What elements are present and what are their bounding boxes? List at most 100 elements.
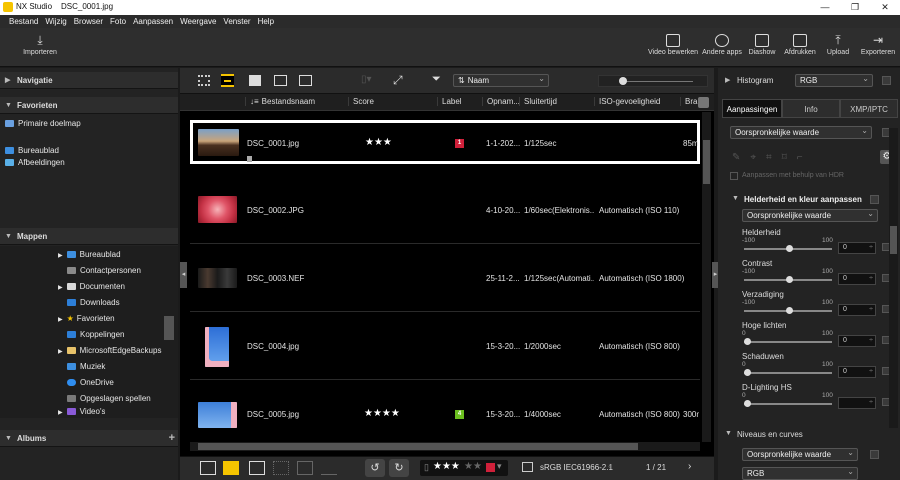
slider-value-box[interactable]: [838, 397, 876, 409]
slider-track[interactable]: [744, 338, 832, 345]
photo-thumbnail[interactable]: [205, 327, 229, 367]
other-apps-button[interactable]: Andere apps: [700, 34, 744, 56]
section-levels-curves[interactable]: Niveaus en curves: [737, 430, 803, 439]
scrollbar-thumb[interactable]: [890, 226, 897, 254]
scrollbar-thumb[interactable]: [198, 443, 638, 450]
slider-knob[interactable]: [786, 276, 793, 283]
navigation-header[interactable]: ▶ Navigatie: [0, 72, 178, 89]
section2-checkbox[interactable]: [870, 450, 879, 459]
col-filename[interactable]: ↓≡ Bestandsnaam: [245, 97, 315, 106]
favorites-header[interactable]: ▼ Favorieten: [0, 97, 178, 114]
fullscreen-icon[interactable]: ⤢: [393, 73, 403, 88]
minimize-icon[interactable]: —: [810, 0, 840, 15]
restore-icon[interactable]: ❐: [840, 0, 870, 15]
table-row[interactable]: DSC_0003.NEF 25-11-2... 1/125sec(Automat…: [190, 246, 700, 312]
folder-item[interactable]: ▶ ★ Favorieten: [58, 312, 115, 326]
video-edit-button[interactable]: Video bewerken: [648, 34, 698, 56]
photo-thumbnail[interactable]: [198, 196, 237, 223]
slider-value-box[interactable]: 0: [838, 335, 876, 347]
print-button[interactable]: Afdrukken: [782, 34, 818, 56]
expand-icon[interactable]: ▶: [725, 76, 730, 84]
primary-target-folder[interactable]: Primaire doelmap: [5, 117, 81, 131]
grid-view-icon[interactable]: [198, 75, 210, 86]
col-label[interactable]: Label: [437, 97, 462, 106]
slider-knob[interactable]: [619, 77, 627, 85]
import-button[interactable]: ⤓ Importeren: [20, 34, 60, 57]
slider-value-box[interactable]: 0: [838, 242, 876, 254]
preset-select[interactable]: Oorspronkelijke waarde: [730, 125, 872, 139]
section1-preset-select[interactable]: Oorspronkelijke waarde: [742, 208, 878, 222]
slider-knob[interactable]: [786, 245, 793, 252]
prev-icon[interactable]: ‹: [608, 461, 611, 472]
menu-browser[interactable]: Browser: [74, 17, 103, 26]
slider-knob[interactable]: [786, 307, 793, 314]
slider-value-box[interactable]: 0: [838, 273, 876, 285]
folder-item[interactable]: Contactpersonen: [67, 264, 141, 278]
section-brightness-color[interactable]: Helderheid en kleur aanpassen: [744, 195, 862, 204]
reject-icon[interactable]: ▯: [424, 462, 429, 473]
slider-knob[interactable]: [744, 338, 751, 345]
hdr-checkbox[interactable]: [730, 172, 738, 180]
slider-track[interactable]: [744, 307, 832, 314]
sort-select[interactable]: ⇅ Naam: [453, 73, 549, 87]
label-red-icon[interactable]: [486, 463, 495, 472]
label-badge[interactable]: 4: [455, 410, 464, 419]
next-icon[interactable]: ›: [688, 461, 691, 472]
thumbnail-size-slider[interactable]: [598, 75, 708, 87]
label-dropdown-icon[interactable]: ▾: [497, 461, 502, 472]
vertical-scrollbar[interactable]: [702, 112, 711, 442]
compare-vertical-icon[interactable]: [299, 75, 312, 86]
folder-item[interactable]: ▶ Documenten: [58, 280, 125, 294]
collapse-icon[interactable]: ▼: [725, 430, 732, 437]
col-score[interactable]: Score: [348, 97, 374, 106]
folder-item[interactable]: Koppelingen: [67, 328, 124, 342]
photo-thumbnail[interactable]: [198, 268, 237, 288]
scrollbar-thumb[interactable]: [703, 140, 710, 184]
table-row[interactable]: DSC_0001.jpg ★★★ 1 1-1-202... 1/125sec 8…: [190, 120, 700, 164]
single-view-icon[interactable]: [249, 75, 261, 86]
table-icon[interactable]: [297, 461, 313, 475]
empty-star-icon[interactable]: ★★: [464, 461, 482, 472]
horizontal-scrollbar[interactable]: [190, 442, 700, 451]
stack-icon[interactable]: [200, 461, 216, 475]
collapse-icon[interactable]: ▼: [732, 195, 739, 202]
photo-thumbnail[interactable]: [198, 129, 239, 156]
table-row[interactable]: DSC_0005.jpg ★★★★ 4 15-3-20... 1/4000sec…: [190, 382, 700, 448]
upload-button[interactable]: ⤒ Upload: [822, 34, 854, 57]
rating[interactable]: ★★★★: [364, 408, 400, 419]
slider-track[interactable]: [744, 400, 832, 407]
tab-xmp-iptc[interactable]: XMP/IPTC: [840, 99, 898, 118]
slider-value-box[interactable]: 0: [838, 304, 876, 316]
folder-item[interactable]: Muziek: [67, 360, 105, 374]
slider-track[interactable]: [744, 276, 832, 283]
menu-bestand[interactable]: Bestand: [9, 17, 38, 26]
folders-header[interactable]: ▼ Mappen: [0, 228, 178, 245]
folder-item[interactable]: Opgeslagen spellen: [67, 392, 151, 406]
section2-preset-select[interactable]: Oorspronkelijke waarde: [742, 447, 858, 461]
photo-thumbnail[interactable]: [198, 402, 237, 428]
collapse-left-panel-icon[interactable]: ◂: [180, 262, 187, 288]
rotate-right-icon[interactable]: ↻: [389, 459, 409, 477]
rotate-left-icon[interactable]: ↺: [365, 459, 385, 477]
section1-checkbox[interactable]: [870, 195, 879, 204]
rating[interactable]: ★★★: [365, 137, 392, 148]
grid-icon[interactable]: [273, 461, 289, 475]
table-row[interactable]: DSC_0002.JPG 4-10-20... 1/60sec(Elektron…: [190, 178, 700, 244]
menu-foto[interactable]: Foto: [110, 17, 126, 26]
slideshow-button[interactable]: Diashow: [746, 34, 778, 56]
col-iso[interactable]: ISO-gevoeligheid: [594, 97, 660, 106]
fav-item-pictures[interactable]: Afbeeldingen: [5, 156, 65, 170]
chart-icon[interactable]: [321, 461, 337, 475]
add-album-icon[interactable]: +: [169, 430, 175, 447]
label-yellow-icon[interactable]: [223, 461, 239, 475]
slider-value-box[interactable]: 0: [838, 366, 876, 378]
slider-track[interactable]: [744, 369, 832, 376]
histogram-header[interactable]: Histogram: [737, 76, 773, 85]
compare-view-icon[interactable]: [274, 75, 287, 86]
albums-header[interactable]: ▼ Albums +: [0, 430, 178, 447]
histogram-checkbox[interactable]: [882, 76, 891, 85]
folder-item[interactable]: ▶ Video's: [58, 406, 105, 418]
column-settings-icon[interactable]: [698, 97, 709, 108]
col-date[interactable]: Opnam...: [482, 97, 520, 106]
list-view-icon[interactable]: [221, 74, 234, 87]
